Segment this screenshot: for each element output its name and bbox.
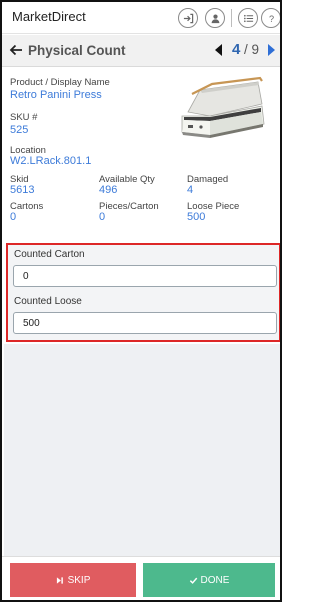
damaged-value: 4 bbox=[187, 184, 194, 196]
app-bar-divider bbox=[231, 9, 232, 27]
counted-section: Counted Carton Counted Loose bbox=[6, 243, 280, 342]
action-footer: SKIP DONE bbox=[2, 556, 280, 600]
sku-value: 525 bbox=[10, 124, 29, 136]
check-icon bbox=[189, 577, 197, 584]
skip-icon bbox=[56, 576, 63, 584]
content-empty-area bbox=[4, 344, 280, 556]
help-icon[interactable]: ? bbox=[261, 8, 280, 28]
pieces-per-carton-value: 0 bbox=[99, 211, 106, 223]
done-button[interactable]: DONE bbox=[143, 563, 275, 597]
location-value: W2.LRack.801.1 bbox=[10, 155, 92, 167]
page-title: Physical Count bbox=[28, 43, 126, 58]
app-title: MarketDirect bbox=[12, 9, 86, 24]
pieces-per-carton-label: Pieces/Carton bbox=[99, 201, 159, 212]
list-icon[interactable] bbox=[238, 8, 258, 28]
loose-piece-value: 500 bbox=[187, 211, 206, 223]
skip-button[interactable]: SKIP bbox=[10, 563, 136, 597]
sku-label: SKU # bbox=[10, 112, 38, 123]
login-icon[interactable] bbox=[178, 8, 198, 28]
skip-label: SKIP bbox=[67, 574, 91, 586]
done-label: DONE bbox=[200, 574, 230, 586]
product-value: Retro Panini Press bbox=[10, 89, 102, 101]
damaged-label: Damaged bbox=[187, 174, 229, 185]
app-bar: MarketDirect ? bbox=[2, 2, 280, 34]
counted-loose-label: Counted Loose bbox=[14, 296, 82, 307]
product-label: Product / Display Name bbox=[10, 77, 110, 88]
svg-text:?: ? bbox=[268, 14, 273, 24]
page-total: / 9 bbox=[244, 42, 260, 57]
page-header: Physical Count 4 / 9 bbox=[2, 35, 280, 67]
skid-value: 5613 bbox=[10, 184, 35, 196]
back-arrow-icon[interactable] bbox=[9, 43, 23, 57]
counted-carton-input[interactable] bbox=[13, 265, 277, 287]
product-image bbox=[181, 76, 265, 138]
user-icon[interactable] bbox=[205, 8, 225, 28]
cartons-value: 0 bbox=[10, 211, 17, 223]
prev-arrow-icon[interactable] bbox=[215, 44, 222, 56]
available-qty-value: 496 bbox=[99, 184, 118, 196]
page-current: 4 bbox=[232, 41, 241, 58]
next-arrow-icon[interactable] bbox=[268, 44, 275, 56]
counted-carton-label: Counted Carton bbox=[14, 249, 85, 260]
app-frame: MarketDirect ? Physical Count 4 / 9 Prod… bbox=[0, 0, 282, 602]
counted-loose-input[interactable] bbox=[13, 312, 277, 334]
